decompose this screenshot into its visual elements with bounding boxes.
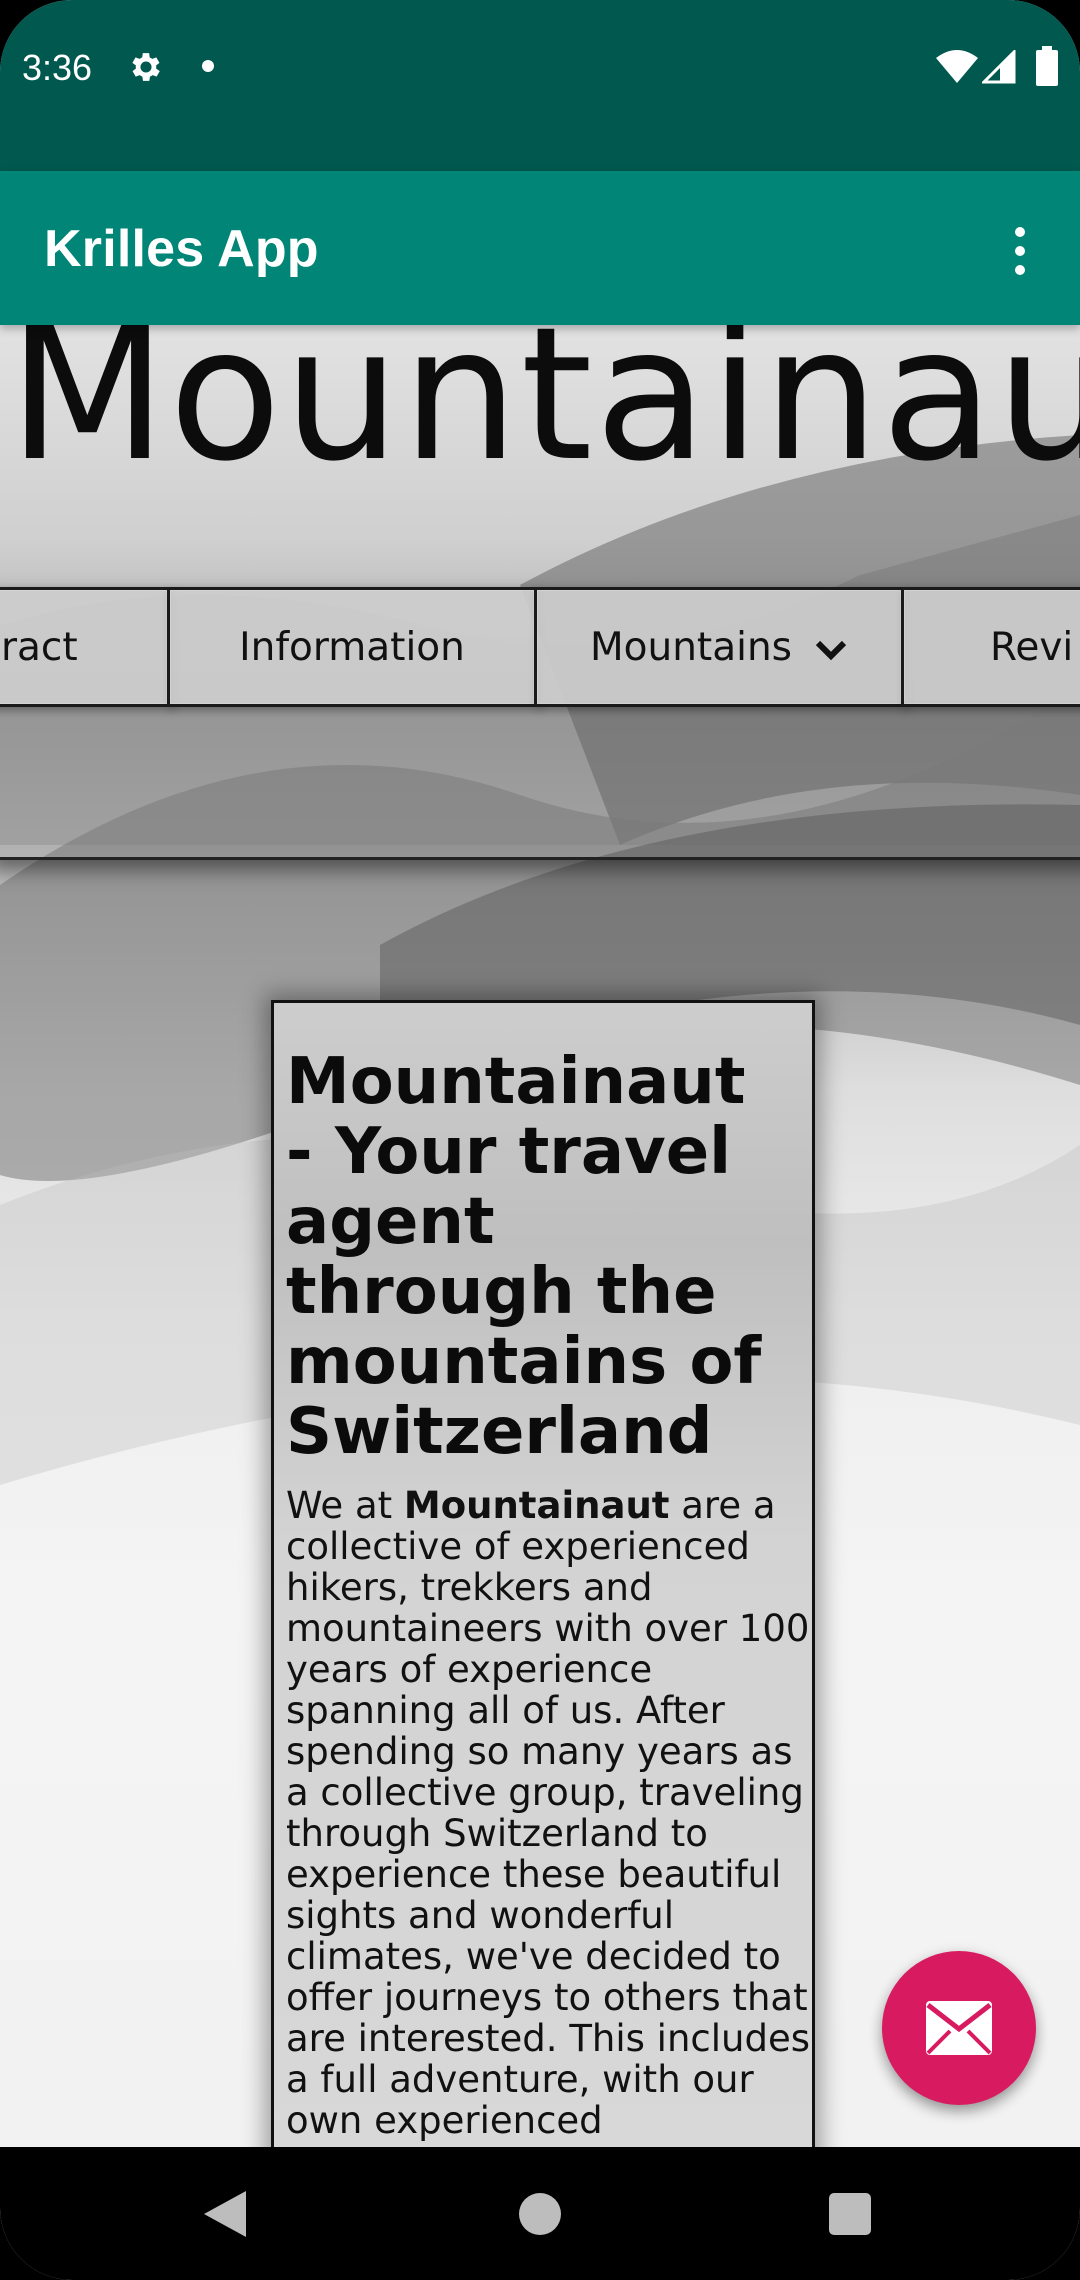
wifi-icon bbox=[936, 50, 978, 83]
card-body-brand: Mountainaut bbox=[403, 1484, 670, 1527]
nav-item-contact[interactable]: ract bbox=[0, 587, 170, 707]
back-icon[interactable] bbox=[202, 2189, 248, 2239]
web-content[interactable]: Mountainaut ract Information Mountains R… bbox=[0, 325, 1080, 2147]
card-heading: Mountainaut - Your travel agent through … bbox=[286, 1045, 762, 1469]
chevron-down-icon bbox=[815, 640, 847, 661]
device-screen: 3:36 Krilles App Mountainaut ract Inform… bbox=[0, 0, 1080, 2280]
home-icon[interactable] bbox=[519, 2193, 561, 2235]
mail-fab-button[interactable] bbox=[882, 1951, 1036, 2105]
card-body-text: are a collective of experienced hikers, … bbox=[286, 1484, 811, 2142]
nav-item-reviews[interactable]: Revi bbox=[901, 587, 1080, 707]
status-time: 3:36 bbox=[22, 47, 93, 88]
recents-icon[interactable] bbox=[829, 2193, 871, 2235]
nav-item-mountains[interactable]: Mountains bbox=[534, 587, 904, 707]
battery-icon bbox=[1036, 46, 1058, 86]
card-body: We at Mountainaut are a collective of ex… bbox=[286, 1485, 812, 2141]
intro-card: Mountainaut - Your travel agent through … bbox=[271, 1000, 815, 2147]
notification-dot-icon bbox=[202, 60, 214, 72]
status-bar: 3:36 bbox=[0, 0, 1080, 171]
nav-item-information[interactable]: Information bbox=[167, 587, 537, 707]
more-vert-icon[interactable] bbox=[1000, 223, 1040, 279]
system-navigation-bar bbox=[0, 2147, 1080, 2280]
hero-title: Mountainaut bbox=[8, 325, 1080, 502]
signal-icon bbox=[982, 50, 1016, 84]
nav-item-mountains-label: Mountains bbox=[589, 624, 792, 670]
card-body-prefix: We at bbox=[286, 1484, 404, 1527]
gear-icon bbox=[132, 53, 160, 81]
site-nav: ract Information Mountains Revi bbox=[0, 587, 1080, 707]
app-title: Krilles App bbox=[44, 220, 319, 278]
mail-icon bbox=[926, 2001, 992, 2055]
app-bar: Krilles App bbox=[0, 171, 1080, 325]
